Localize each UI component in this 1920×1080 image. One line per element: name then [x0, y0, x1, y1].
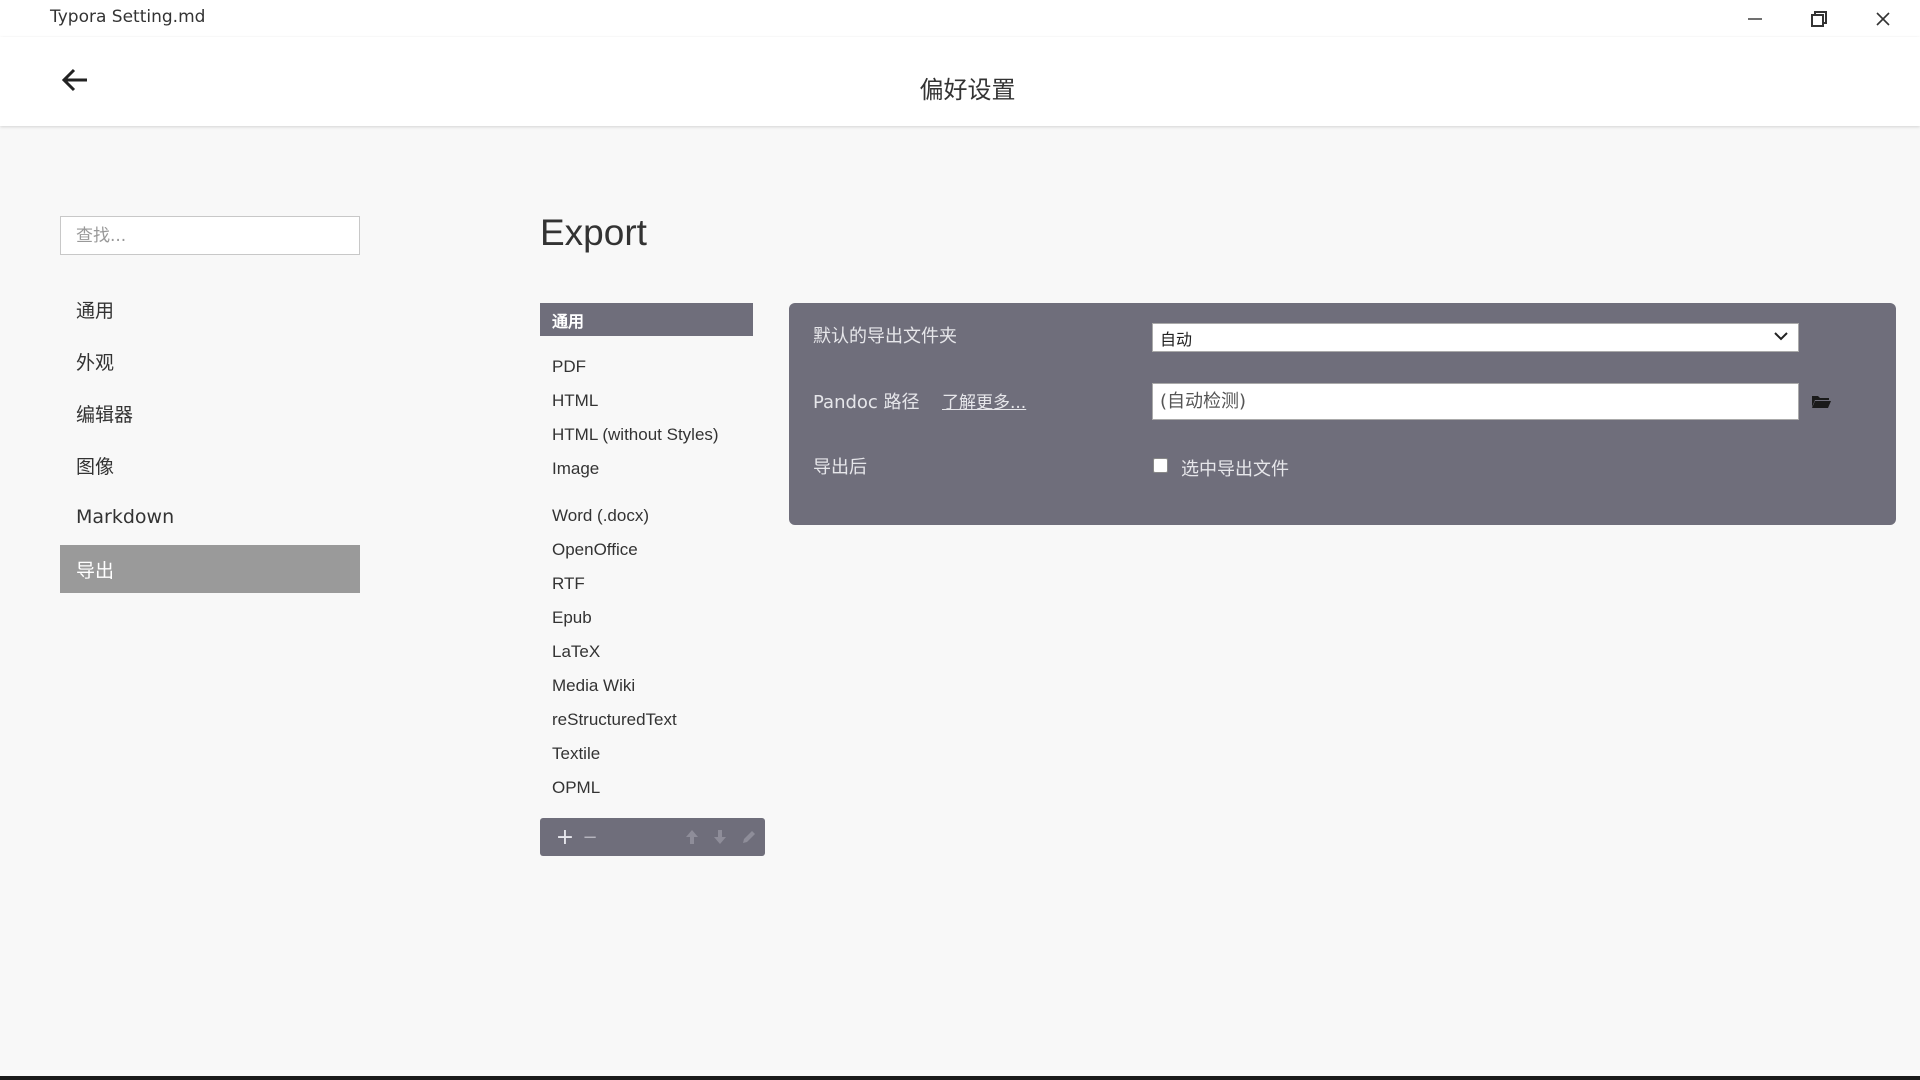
- format-item-latex[interactable]: LaTeX: [552, 642, 600, 662]
- arrow-down-icon: [714, 830, 726, 844]
- export-folder-value: 自动: [1160, 329, 1193, 349]
- move-down-button[interactable]: [708, 818, 732, 856]
- add-format-button[interactable]: +: [553, 818, 577, 856]
- select-exported-file-checkbox[interactable]: [1153, 458, 1168, 473]
- select-exported-file-label: 选中导出文件: [1181, 459, 1289, 480]
- sidebar-item-label: Markdown: [76, 506, 175, 528]
- format-list-toolbar: + −: [540, 818, 765, 856]
- restore-button[interactable]: [1787, 0, 1851, 37]
- page-title: 偏好设置: [919, 76, 1016, 104]
- format-item-pdf[interactable]: PDF: [552, 357, 586, 377]
- sidebar-item-general[interactable]: 通用: [60, 285, 360, 333]
- arrow-up-icon: [686, 830, 698, 844]
- minimize-button[interactable]: [1723, 0, 1787, 37]
- format-item-rtf[interactable]: RTF: [552, 574, 585, 594]
- preferences-header: 偏好设置: [0, 37, 1920, 126]
- search-input[interactable]: [60, 216, 360, 255]
- format-item-mediawiki[interactable]: Media Wiki: [552, 676, 635, 696]
- sidebar-item-appearance[interactable]: 外观: [60, 337, 360, 385]
- section-title: Export: [540, 212, 647, 253]
- folder-icon: [1812, 396, 1831, 408]
- pencil-icon: [742, 830, 755, 843]
- browse-folder-button[interactable]: [1809, 389, 1833, 413]
- sidebar-item-markdown[interactable]: Markdown: [60, 493, 360, 541]
- close-button[interactable]: [1851, 0, 1915, 37]
- move-up-button[interactable]: [680, 818, 704, 856]
- format-item-restructuredtext[interactable]: reStructuredText: [552, 710, 677, 730]
- format-item-opml[interactable]: OPML: [552, 778, 600, 798]
- format-item-label: 通用: [552, 311, 585, 331]
- sidebar-item-label: 通用: [76, 299, 115, 322]
- format-item-epub[interactable]: Epub: [552, 608, 592, 628]
- window-bottom-border: [0, 1076, 1920, 1080]
- sidebar-item-editor[interactable]: 编辑器: [60, 389, 360, 437]
- pandoc-path-label: Pandoc 路径: [813, 392, 920, 413]
- format-item-word[interactable]: Word (.docx): [552, 506, 649, 526]
- format-item-openoffice[interactable]: OpenOffice: [552, 540, 638, 560]
- sidebar-item-label: 导出: [76, 559, 115, 582]
- format-item-general[interactable]: 通用: [540, 303, 753, 336]
- export-folder-select[interactable]: 自动: [1152, 323, 1799, 352]
- pandoc-path-input[interactable]: [1152, 383, 1799, 420]
- format-item-image[interactable]: Image: [552, 459, 599, 479]
- format-item-html-no-styles[interactable]: HTML (without Styles): [552, 425, 719, 445]
- window-title: Typora Setting.md: [50, 7, 206, 27]
- export-folder-label: 默认的导出文件夹: [813, 326, 957, 347]
- restore-icon: [1811, 10, 1827, 27]
- edit-format-button[interactable]: [736, 818, 760, 856]
- minimize-icon: [1748, 17, 1762, 20]
- sidebar-item-label: 图像: [76, 455, 115, 478]
- window-titlebar: Typora Setting.md: [0, 0, 1920, 37]
- sidebar-item-export[interactable]: 导出: [60, 545, 360, 593]
- sidebar-item-label: 编辑器: [76, 403, 134, 426]
- chevron-down-icon: [1774, 332, 1788, 341]
- after-export-label: 导出后: [813, 457, 867, 478]
- remove-format-button[interactable]: −: [578, 818, 602, 856]
- format-item-textile[interactable]: Textile: [552, 744, 600, 764]
- format-item-html[interactable]: HTML: [552, 391, 598, 411]
- learn-more-link[interactable]: 了解更多...: [942, 388, 1026, 413]
- sidebar-item-label: 外观: [76, 351, 115, 374]
- close-icon: [1876, 11, 1890, 26]
- sidebar-item-image[interactable]: 图像: [60, 441, 360, 489]
- export-settings-panel: 默认的导出文件夹 自动 Pandoc 路径 了解更多... 导出后 选中导出文件: [789, 303, 1896, 525]
